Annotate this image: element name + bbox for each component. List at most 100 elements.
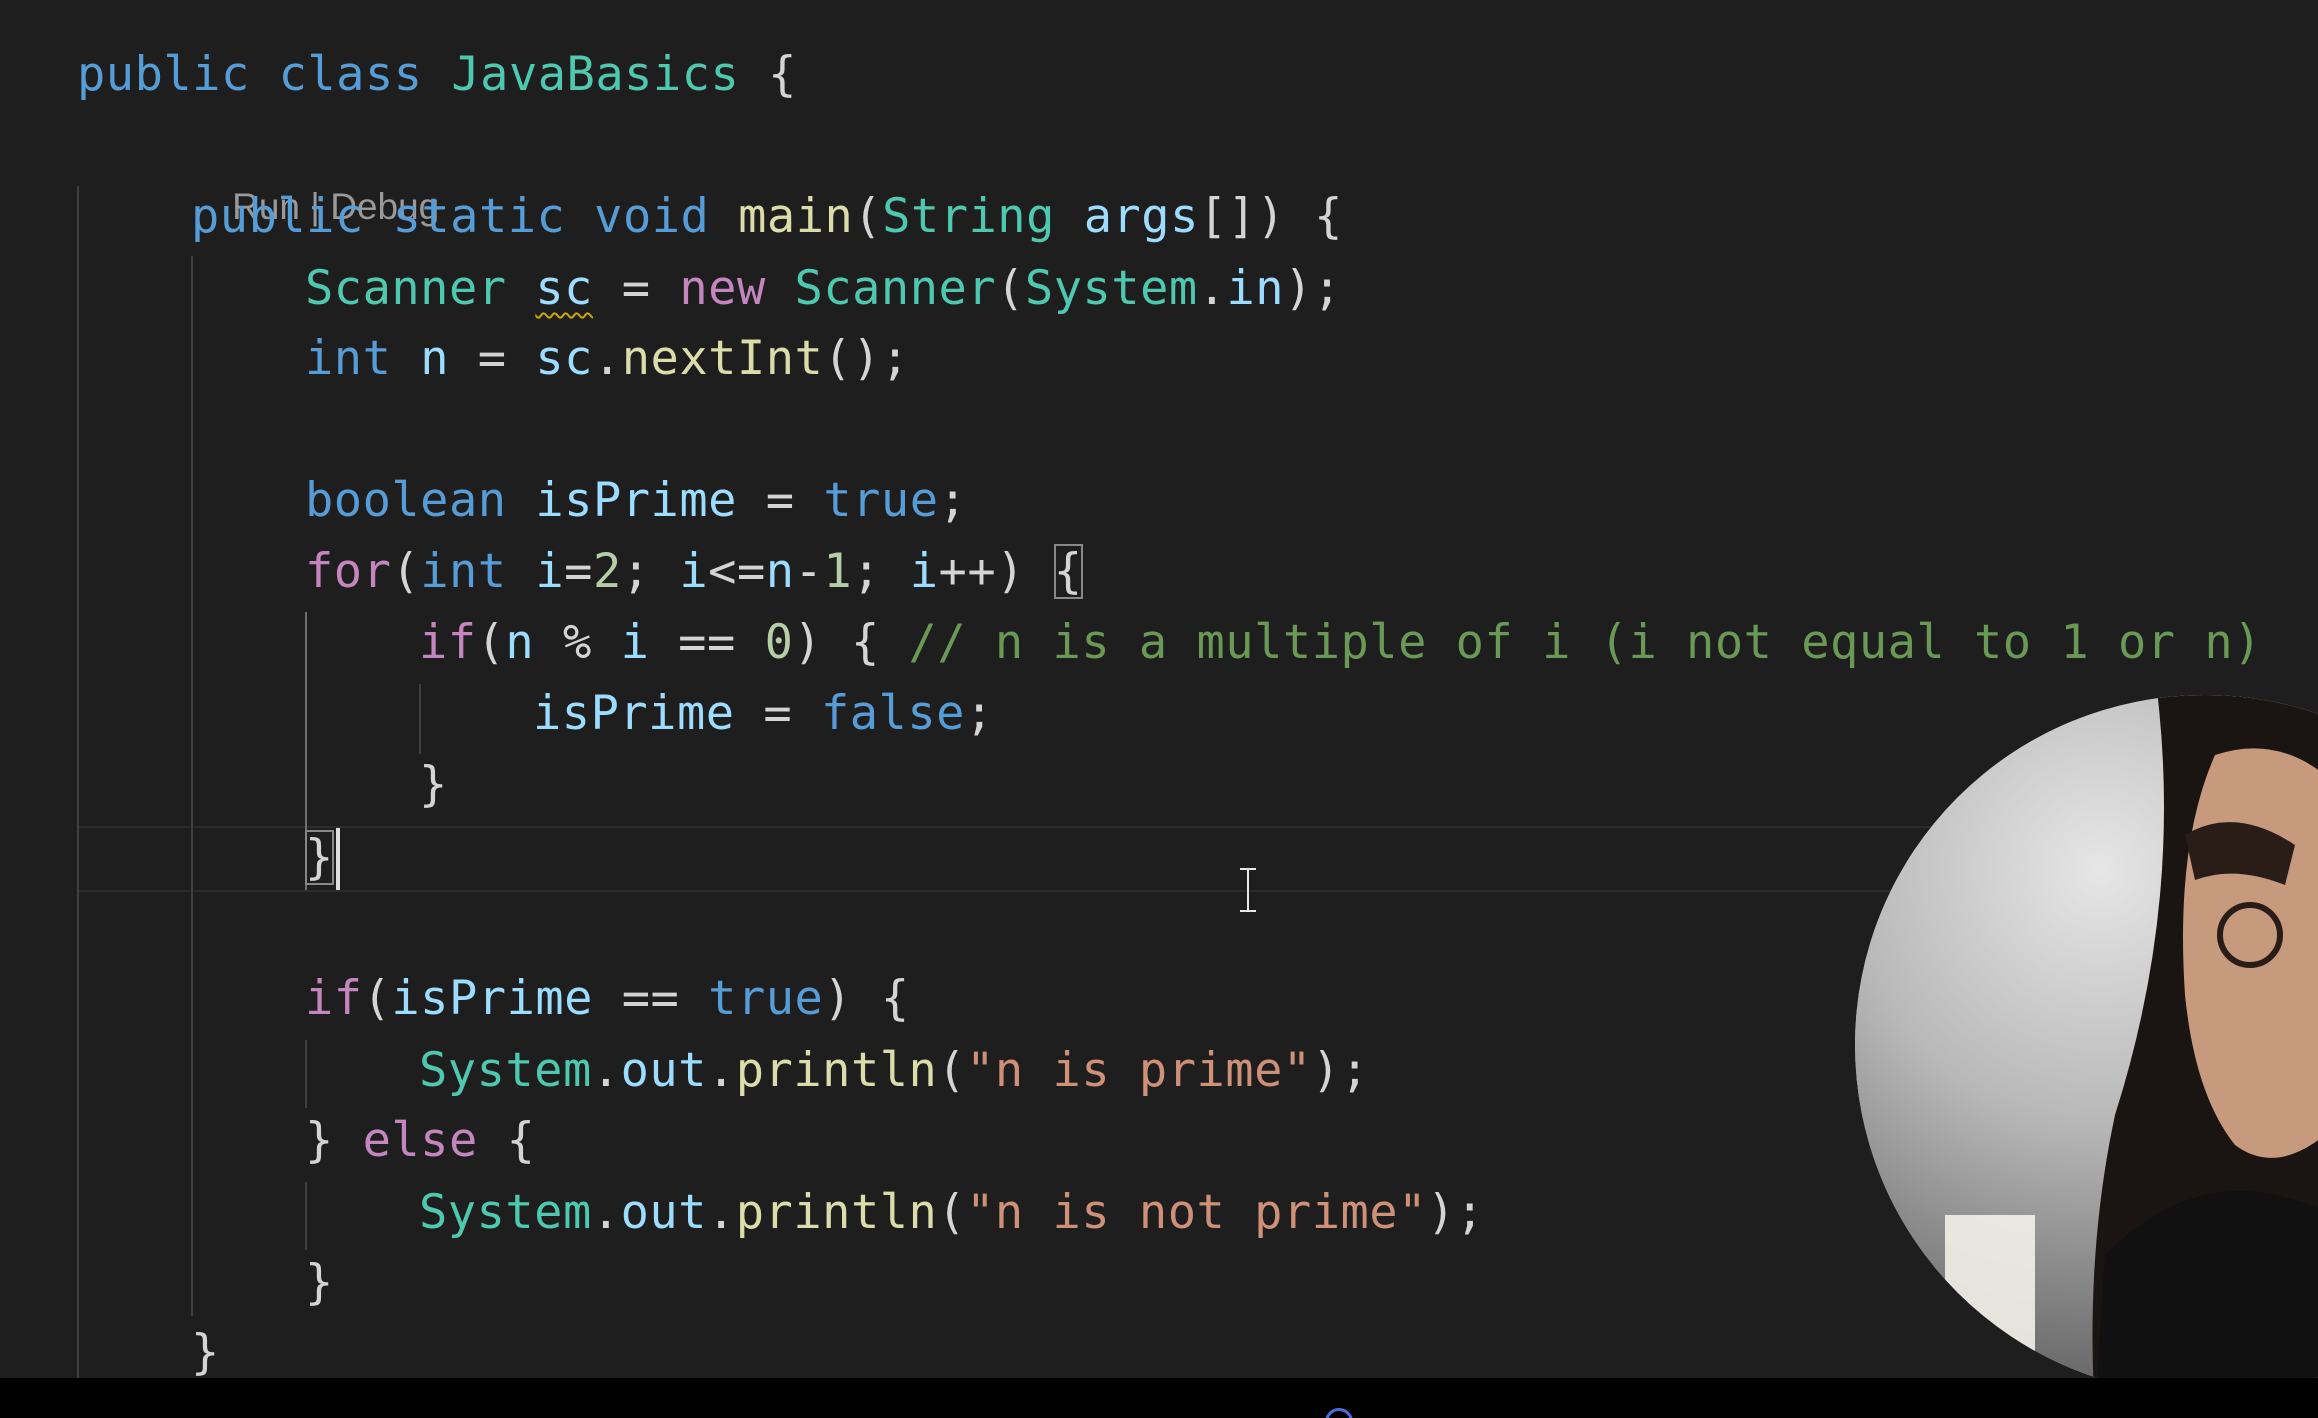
code-token: ; [938, 473, 968, 528]
code-token: i [679, 544, 709, 599]
code-token: i [620, 615, 650, 670]
code-token: ); [1284, 261, 1342, 316]
code-token: isPrime [391, 971, 593, 1026]
person-video-thumbnail [1855, 695, 2318, 1395]
code-token: ); [1426, 1185, 1485, 1240]
code-token: void [594, 189, 710, 244]
code-editor[interactable]: Run | Debug public class JavaBasics { pu… [0, 0, 2318, 1418]
code-token: . [592, 331, 622, 386]
code-token: ( [391, 544, 421, 599]
code-line[interactable]: public class JavaBasics { [77, 42, 797, 108]
indent-guide [305, 1040, 307, 1108]
indent-guide [191, 256, 193, 1316]
code-token: } [419, 757, 448, 812]
code-token: - [794, 544, 824, 599]
code-line[interactable]: } [419, 752, 448, 818]
code-token: out [620, 1185, 707, 1240]
code-token: public [191, 189, 364, 244]
code-token: ( [937, 1185, 967, 1240]
code-token: ( [853, 189, 883, 244]
code-token: // n is a multiple of i (i not equal to … [908, 615, 2262, 670]
code-token: ) { [793, 615, 909, 670]
code-token: 2 [592, 544, 622, 599]
code-token: if [305, 971, 363, 1026]
code-token: nextInt [621, 331, 824, 386]
code-line[interactable]: if(n % i == 0) { // n is a multiple of i… [419, 610, 2262, 676]
code-token: ; [852, 544, 910, 599]
code-token: System [419, 1043, 592, 1098]
code-token: if [419, 615, 477, 670]
code-token: args [1083, 189, 1199, 244]
code-token: true [823, 473, 939, 528]
code-token: Scanner [794, 261, 997, 316]
code-line[interactable]: boolean isPrime = true; [305, 468, 967, 534]
code-token: n [505, 615, 535, 670]
indent-guide [305, 1182, 307, 1250]
code-token: == [649, 615, 765, 670]
code-token: . [706, 1043, 736, 1098]
code-token: else [362, 1113, 478, 1168]
code-token: = [448, 331, 536, 386]
code-token: isPrime [533, 686, 735, 741]
code-token: = [564, 544, 593, 599]
code-token: ); [1311, 1043, 1370, 1098]
code-token: == [592, 971, 709, 1026]
code-token: ( [937, 1043, 967, 1098]
code-token: int [420, 544, 507, 599]
code-token: println [735, 1185, 938, 1240]
code-line[interactable]: } [191, 1320, 220, 1386]
code-token: = [592, 261, 680, 316]
code-token: <= [708, 544, 766, 599]
text-cursor-icon [1240, 868, 1256, 912]
code-token: ; [964, 686, 994, 741]
code-token: JavaBasics [451, 47, 740, 102]
code-token: . [591, 1185, 621, 1240]
code-token: i [535, 544, 565, 599]
code-token: } [305, 830, 334, 885]
code-line[interactable]: public static void main(String args[]) { [191, 184, 1343, 250]
code-token: true [708, 971, 824, 1026]
code-token: class [278, 47, 423, 102]
code-token: false [820, 686, 965, 741]
code-token: in [1226, 261, 1285, 316]
code-token: static [392, 189, 566, 244]
code-token: sc [535, 331, 593, 386]
code-token: ) { [823, 971, 910, 1026]
code-line[interactable]: } [305, 1250, 334, 1316]
code-line[interactable]: System.out.println("n is prime"); [419, 1038, 1369, 1104]
code-token: { [477, 1113, 536, 1168]
code-token: % [534, 615, 621, 670]
code-token: []) { [1198, 189, 1343, 244]
code-token: new [679, 261, 766, 316]
code-line[interactable]: for(int i=2; i<=n-1; i++) { [305, 539, 1083, 605]
code-line[interactable]: isPrime = false; [533, 681, 994, 747]
code-token: ; [621, 544, 680, 599]
code-token: . [706, 1185, 736, 1240]
code-token: 1 [823, 544, 853, 599]
code-token: sc [535, 261, 593, 316]
code-token: println [735, 1043, 938, 1098]
code-line[interactable]: } [305, 825, 334, 891]
code-line[interactable]: Scanner sc = new Scanner(System.in); [305, 256, 1342, 322]
code-line[interactable]: System.out.println("n is not prime"); [419, 1180, 1484, 1246]
code-line[interactable]: if(isPrime == true) { [305, 966, 910, 1032]
code-token: boolean [305, 473, 507, 528]
code-token: String [882, 189, 1055, 244]
code-token: n [765, 544, 795, 599]
code-line[interactable]: } else { [305, 1108, 535, 1174]
video-bottom-bar [0, 1378, 2318, 1418]
code-line[interactable]: int n = sc.nextInt(); [305, 326, 910, 392]
code-token: ( [476, 615, 506, 670]
code-token: System [1024, 261, 1198, 316]
code-token: public [77, 47, 250, 102]
text-caret [336, 828, 340, 890]
code-token: ++) [938, 544, 1054, 599]
